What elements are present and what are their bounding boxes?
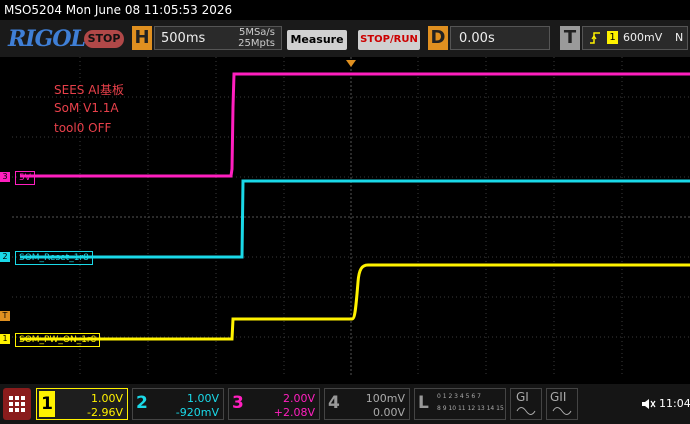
- ch4-scale: 100mV: [365, 392, 405, 405]
- rising-edge-icon: [590, 32, 600, 44]
- navigation-menu-button[interactable]: [3, 388, 31, 420]
- ch4-number: 4: [328, 393, 340, 413]
- trigger-menu-key[interactable]: T: [560, 26, 580, 50]
- ch3-label: 5V: [15, 171, 35, 185]
- ch4-offset: 0.00V: [372, 406, 405, 419]
- bottom-status-bar: 1 1.00V -2.96V 2 1.00V -920mV 3 2.00V +2…: [0, 384, 690, 424]
- rigol-logo: RIGOL: [8, 26, 86, 52]
- ch2-offset: -920mV: [175, 406, 219, 419]
- generator-2-label: GII: [550, 390, 567, 404]
- ch1-offset: -2.96V: [87, 406, 123, 419]
- ch3-number: 3: [232, 393, 244, 413]
- trigger-level-marker[interactable]: T: [0, 311, 10, 321]
- delay-panel[interactable]: 0.00s: [450, 26, 550, 50]
- ch1-settings[interactable]: 1 1.00V -2.96V: [36, 388, 128, 420]
- trigger-panel[interactable]: 1 600mV N: [582, 26, 688, 50]
- ch2-number: 2: [136, 393, 148, 413]
- generator-1-button[interactable]: GI: [510, 388, 542, 420]
- trace-ch2: [20, 179, 690, 259]
- generator-1-label: GI: [516, 390, 529, 404]
- ch2-offset-marker[interactable]: 2: [0, 252, 10, 262]
- annotation-line-2: SoM V1.1A: [54, 101, 119, 115]
- ch2-label: SOM_Reset_1r8: [15, 251, 93, 265]
- sine-wave-icon: [552, 407, 572, 415]
- ch3-offset-marker[interactable]: 3: [0, 172, 10, 182]
- ch3-offset: +2.08V: [273, 406, 315, 419]
- memory-depth: 25Mpts: [238, 38, 275, 49]
- device-title: MSO5204 Mon June 08 11:05:53 2026: [4, 3, 233, 17]
- top-toolbar: RIGOL STOP H 500ms 5MSa/s 25Mpts Measure…: [0, 20, 690, 57]
- ch1-offset-marker[interactable]: 1: [0, 334, 10, 344]
- title-bar: MSO5204 Mon June 08 11:05:53 2026: [0, 0, 690, 20]
- trigger-position-marker: [346, 60, 356, 67]
- timebase-value: 500ms: [161, 31, 206, 46]
- waveform-display[interactable]: SEES AI基板 SoM V1.1A tool0 OFF 5V SOM_Res…: [12, 57, 690, 376]
- trigger-mode: N: [675, 31, 684, 44]
- clock: 11:04: [659, 397, 690, 410]
- horizontal-menu-key[interactable]: H: [132, 26, 152, 50]
- la-row-1: 0 1 2 3 4 5 6 7: [437, 393, 481, 400]
- horizontal-panel[interactable]: 500ms 5MSa/s 25Mpts: [154, 26, 282, 50]
- ch1-label: SOM_PW_ON_1r8: [15, 333, 101, 347]
- annotation-line-1: SEES AI基板: [54, 83, 124, 97]
- ch4-settings[interactable]: 4 100mV 0.00V: [324, 388, 410, 420]
- la-key: L: [418, 393, 429, 413]
- sample-rate: 5MSa/s: [238, 27, 275, 38]
- stop-run-button[interactable]: STOP/RUN: [358, 30, 420, 50]
- ch2-scale: 1.00V: [186, 392, 219, 405]
- generator-2-button[interactable]: GII: [546, 388, 578, 420]
- delay-value: 0.00s: [459, 31, 495, 46]
- annotation-line-3: tool0 OFF: [54, 121, 112, 135]
- run-state-indicator[interactable]: STOP: [84, 30, 124, 48]
- ch2-settings[interactable]: 2 1.00V -920mV: [132, 388, 224, 420]
- trigger-source: 1: [607, 31, 618, 44]
- sine-wave-icon: [516, 407, 536, 415]
- measure-button[interactable]: Measure: [287, 30, 347, 50]
- ch3-scale: 2.00V: [282, 392, 315, 405]
- delay-menu-key[interactable]: D: [428, 26, 448, 50]
- la-row-2: 8 9 10 11 12 13 14 15: [437, 405, 504, 412]
- speaker-icon[interactable]: [640, 397, 656, 411]
- app-grid-icon: [9, 396, 25, 412]
- ch1-number: 1: [39, 391, 55, 417]
- ch3-settings[interactable]: 3 2.00V +2.08V: [228, 388, 320, 420]
- trace-ch1: [20, 263, 690, 341]
- logic-analyzer-channels[interactable]: L 0 1 2 3 4 5 6 7 8 9 10 11 12 13 14 15: [414, 388, 506, 420]
- trigger-level: 600mV: [623, 31, 663, 44]
- ch1-scale: 1.00V: [90, 392, 123, 405]
